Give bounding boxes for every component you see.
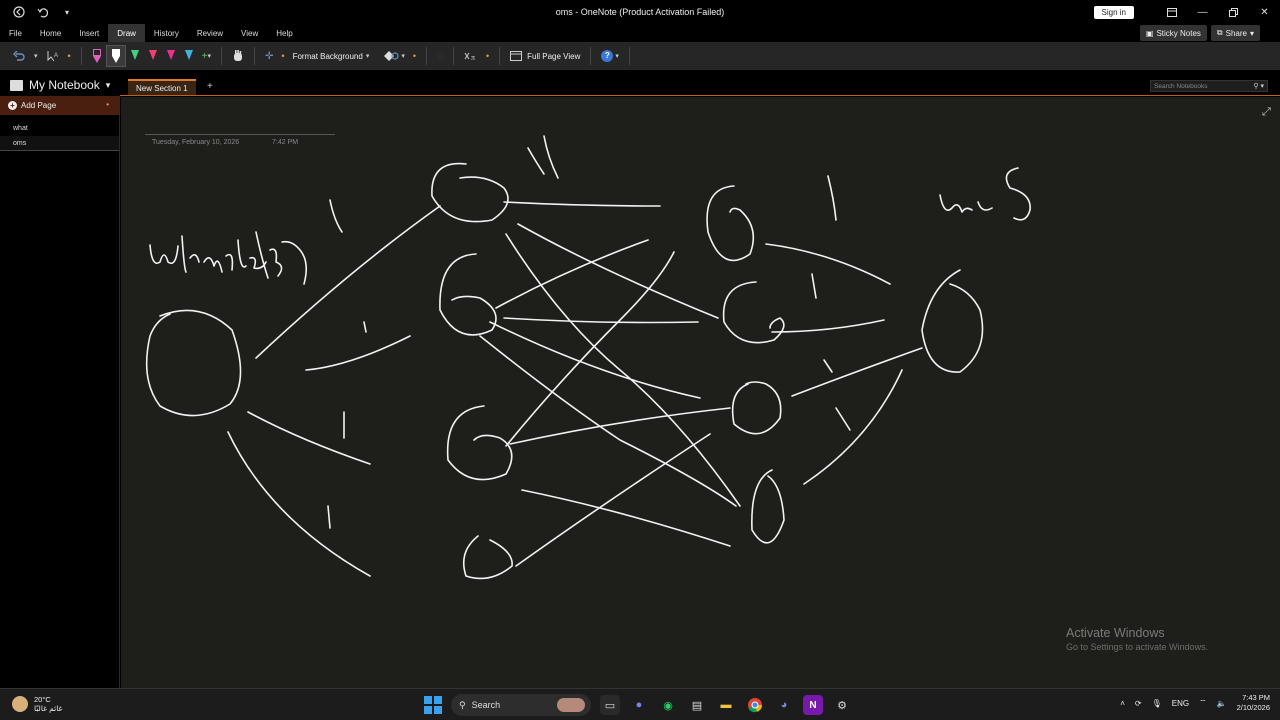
ink-edge bbox=[509, 407, 731, 445]
ink-edge bbox=[255, 205, 441, 359]
ink-tick bbox=[363, 321, 367, 333]
whatsapp-icon[interactable]: ◉ bbox=[658, 695, 678, 715]
ink-node bbox=[706, 185, 755, 262]
task-view-icon[interactable]: ▭ bbox=[600, 695, 620, 715]
teams-icon[interactable]: ● bbox=[629, 695, 649, 715]
ink-edge bbox=[515, 433, 711, 567]
ink-tick bbox=[827, 175, 837, 221]
weather-widget[interactable]: 20°C غائم غالبًا bbox=[12, 695, 62, 713]
ink-node bbox=[462, 535, 513, 580]
taskbar-search-label: Search bbox=[471, 700, 501, 710]
system-tray: ˄ ⟳ 🎙 ENG ⌔ 🔈 7:43 PM 2/10/2026 bbox=[1120, 693, 1270, 713]
language-indicator[interactable]: ENG bbox=[1172, 699, 1189, 708]
ink-tick bbox=[823, 359, 833, 373]
ink-edge bbox=[517, 223, 719, 319]
ink-node bbox=[439, 253, 497, 336]
ink-tick bbox=[835, 407, 851, 431]
clock-date: 2/10/2026 bbox=[1236, 703, 1270, 712]
taskbar-search[interactable]: ⚲ Search bbox=[451, 694, 591, 716]
ink-v bbox=[527, 135, 559, 179]
ink-edge bbox=[247, 411, 371, 465]
weather-icon bbox=[12, 696, 28, 712]
activate-line-2: Go to Settings to activate Windows. bbox=[1066, 642, 1209, 652]
weather-temp: 20°C bbox=[34, 695, 51, 704]
weather-desc: غائم غالبًا bbox=[34, 704, 63, 713]
search-icon: ⚲ bbox=[459, 699, 466, 710]
ink-node bbox=[921, 269, 984, 373]
file-explorer-icon[interactable]: ▬ bbox=[716, 695, 736, 715]
ink-edge bbox=[503, 317, 699, 324]
chevron-up-icon[interactable]: ˄ bbox=[1120, 699, 1125, 708]
ink-node bbox=[431, 162, 509, 223]
ink-node bbox=[751, 469, 785, 544]
ink-word-1 bbox=[149, 231, 308, 285]
clock-time: 7:43 PM bbox=[1242, 693, 1270, 702]
ink-edge bbox=[479, 335, 737, 507]
ink-edge bbox=[771, 319, 885, 333]
ink-tick bbox=[327, 505, 331, 529]
ink-node bbox=[145, 309, 242, 417]
activate-line-1: Activate Windows bbox=[1066, 626, 1165, 640]
ink-drawing bbox=[145, 135, 1031, 580]
ink-node bbox=[446, 405, 513, 481]
ink-edge bbox=[521, 489, 731, 547]
ink-edge bbox=[503, 201, 661, 207]
taskbar: 20°C غائم غالبًا ⚲ Search ▭ ● ◉ ▤ ▬ ◕ N … bbox=[0, 688, 1280, 720]
onenote-icon[interactable]: N bbox=[803, 695, 823, 715]
chrome-icon[interactable] bbox=[745, 695, 765, 715]
ink-node bbox=[731, 381, 782, 435]
ink-tick bbox=[329, 199, 343, 233]
wifi-icon[interactable]: ⌔ bbox=[1199, 698, 1207, 708]
ink-edge bbox=[505, 251, 675, 447]
store-icon[interactable]: ▤ bbox=[687, 695, 707, 715]
ink-edge bbox=[305, 335, 411, 371]
ink-edge bbox=[505, 233, 741, 507]
ink-tick bbox=[811, 273, 817, 299]
app-icon[interactable]: ⚙ bbox=[832, 695, 852, 715]
ink-edge bbox=[227, 431, 371, 577]
clock[interactable]: 7:43 PM 2/10/2026 bbox=[1237, 693, 1270, 713]
discord-icon[interactable]: ◕ bbox=[774, 695, 794, 715]
ink-edge bbox=[791, 347, 923, 397]
activate-windows-watermark: Activate Windows Go to Settings to activ… bbox=[1066, 626, 1208, 652]
ink-edge bbox=[803, 369, 903, 485]
microphone-icon[interactable]: 🎙 bbox=[1152, 699, 1162, 708]
search-highlight-icon bbox=[557, 698, 585, 712]
ink-word-2 bbox=[939, 167, 1031, 221]
ink-node bbox=[722, 281, 785, 344]
sync-icon[interactable]: ⟳ bbox=[1135, 699, 1142, 708]
ink-edge bbox=[765, 243, 891, 285]
ink-edge bbox=[495, 239, 649, 309]
ink-edge bbox=[489, 321, 701, 399]
volume-icon[interactable]: 🔈 bbox=[1217, 699, 1227, 708]
start-button[interactable] bbox=[424, 696, 442, 714]
